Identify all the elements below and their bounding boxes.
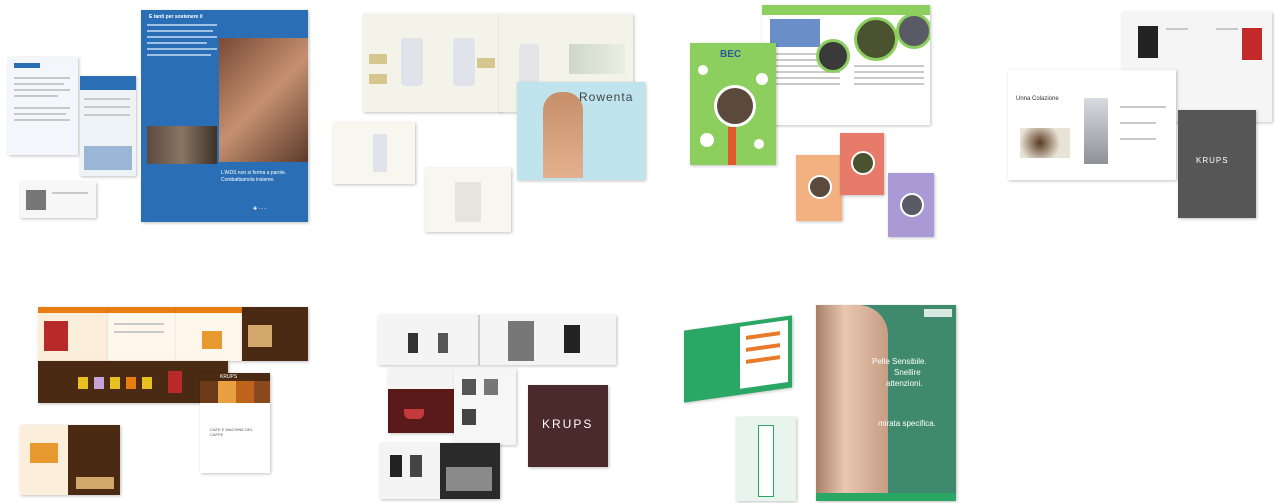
poster-headline-4: mirata specifica.: [878, 419, 936, 428]
portfolio-thumb-rowenta-catalog[interactable]: Rowenta: [333, 12, 645, 232]
krups2-spread-bottom: [380, 443, 500, 499]
map-image: [770, 19, 820, 47]
mini-spread: [333, 122, 415, 184]
rowenta-logo: Rowenta: [579, 90, 634, 104]
bec-card-red: [840, 133, 884, 195]
form-sheet: [80, 76, 136, 176]
letter-sheet: [8, 57, 78, 155]
portfolio-thumb-caffe-brochure[interactable]: KRUPS CAFE E MACHINE DEL CAFFE: [20, 305, 308, 498]
krups2-cover: KRUPS: [528, 385, 608, 467]
sponsor-logo-icon: ✚ ·····: [253, 206, 267, 212]
coffee-panel-2: [108, 307, 176, 361]
coffee-panel-1: [38, 307, 108, 361]
portfolio-thumb-somatoline-campaign[interactable]: Pelle Sensibile. Snellire attenzioni. mi…: [684, 305, 956, 501]
coffee-sheet-bottom: [20, 425, 120, 495]
coffee-cover: KRUPS CAFE E MACHINE DEL CAFFE: [200, 373, 270, 473]
coffee-panel-4: [242, 307, 308, 361]
poster-headline-3: attenzioni.: [886, 379, 923, 388]
portfolio-thumb-aids-brochure[interactable]: E tanti per sostenere il L'AIDS non si f…: [8, 10, 308, 222]
model-photo: [543, 92, 583, 178]
blender-photo: [1084, 98, 1108, 164]
krups-logo: KRUPS: [1196, 156, 1229, 165]
product-box: [736, 417, 796, 501]
hands-photo: [219, 38, 308, 162]
poster-headline-2: Snellire: [894, 368, 921, 377]
folder-green: [684, 315, 792, 403]
portfolio-thumb-krups-catalog-2[interactable]: KRUPS: [378, 315, 618, 501]
espresso-machine-red: [1242, 28, 1262, 60]
children-photo: [147, 126, 217, 164]
spread-left: [363, 14, 501, 112]
mini-spread-2: [425, 168, 511, 232]
espresso-machine-black: [1138, 26, 1158, 58]
bec-cover: BEC: [690, 43, 776, 165]
brochure-cover: E tanti per sostenere il L'AIDS non si f…: [141, 10, 308, 222]
coffee-panel-3: [176, 307, 242, 361]
krups-spread-main: Unna Colazione: [1008, 70, 1176, 180]
envelope: [20, 182, 96, 218]
bec-logo: BEC: [720, 49, 742, 60]
poster-headline-1: Pelle Sensibile.: [872, 357, 927, 366]
portfolio-thumb-krups-coffee-catalog[interactable]: Unna Colazione KRUPS: [1008, 12, 1272, 218]
krups2-red-page: [388, 369, 454, 433]
spread-title: Unna Colazione: [1016, 96, 1059, 102]
brochure-panel-title: E tanti per sostenere il: [149, 14, 203, 20]
krups2-product-page: [454, 369, 516, 445]
bec-card-purple: [888, 173, 934, 237]
letter-logo: [14, 63, 40, 68]
bec-card-orange: [796, 155, 842, 221]
somatoline-poster: Pelle Sensibile. Snellire attenzioni. mi…: [816, 305, 956, 501]
bec-spread: [762, 5, 930, 125]
cover-text: CAFE E MACHINE DEL CAFFE: [210, 427, 253, 437]
krups2-spread-top: [378, 315, 616, 365]
cover-brand: KRUPS: [220, 374, 238, 380]
krups2-logo: KRUPS: [542, 417, 594, 431]
krups-cover-dark: KRUPS: [1178, 110, 1256, 218]
model-photo: [816, 305, 888, 501]
ad-sheet: Rowenta: [517, 82, 645, 180]
portfolio-thumb-bec-magazine[interactable]: BEC: [690, 5, 938, 239]
brochure-headline: L'AIDS non si ferma a parole. Combattiam…: [221, 170, 287, 183]
poster-logo: [924, 309, 952, 317]
food-photo: [1020, 128, 1070, 158]
